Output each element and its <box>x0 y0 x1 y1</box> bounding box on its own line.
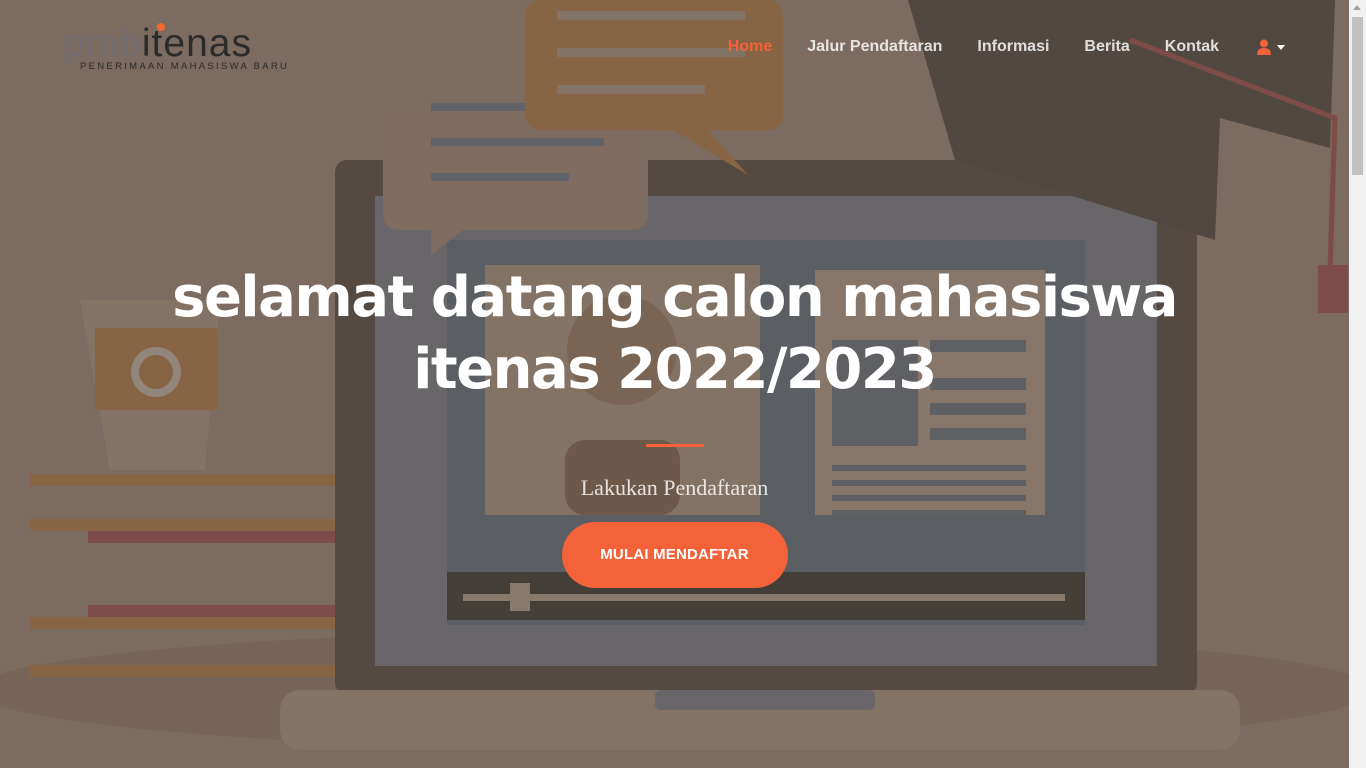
nav-item-jalur-pendaftaran[interactable]: Jalur Pendaftaran <box>807 38 942 56</box>
nav-item-kontak[interactable]: Kontak <box>1165 38 1219 56</box>
logo-tagline: PENERIMAAN MAHASISWA BARU <box>80 61 290 72</box>
hero-section: pmbitenas PENERIMAAN MAHASISWA BARU Home… <box>0 0 1349 768</box>
top-navbar: pmbitenas PENERIMAAN MAHASISWA BARU Home… <box>0 0 1349 95</box>
caret-down-icon <box>1277 44 1285 50</box>
scrollbar-thumb[interactable] <box>1352 17 1363 175</box>
pmb-itenas-logo[interactable]: pmbitenas PENERIMAAN MAHASISWA BARU <box>63 18 288 78</box>
user-icon <box>1257 39 1271 55</box>
page-scrollbar[interactable] <box>1349 0 1366 768</box>
start-register-button[interactable]: MULAI MENDAFTAR <box>561 522 788 588</box>
masthead: selamat datang calon mahasiswa itenas 20… <box>0 262 1349 588</box>
nav-item-informasi[interactable]: Informasi <box>977 38 1049 56</box>
nav-item-berita[interactable]: Berita <box>1084 38 1129 56</box>
nav-menu: Home Jalur Pendaftaran Informasi Berita … <box>693 32 1285 62</box>
user-menu-toggle[interactable] <box>1257 39 1285 55</box>
nav-item-home[interactable]: Home <box>728 38 772 56</box>
scroll-up-arrow-icon[interactable] <box>1353 5 1361 10</box>
hero-headline: selamat datang calon mahasiswa itenas 20… <box>172 265 1178 402</box>
logo-dot-icon <box>157 23 165 31</box>
hero-subtitle: Lakukan Pendaftaran <box>580 475 769 500</box>
headline-divider <box>645 444 704 447</box>
logo-pmb-text: pmb <box>63 22 142 65</box>
